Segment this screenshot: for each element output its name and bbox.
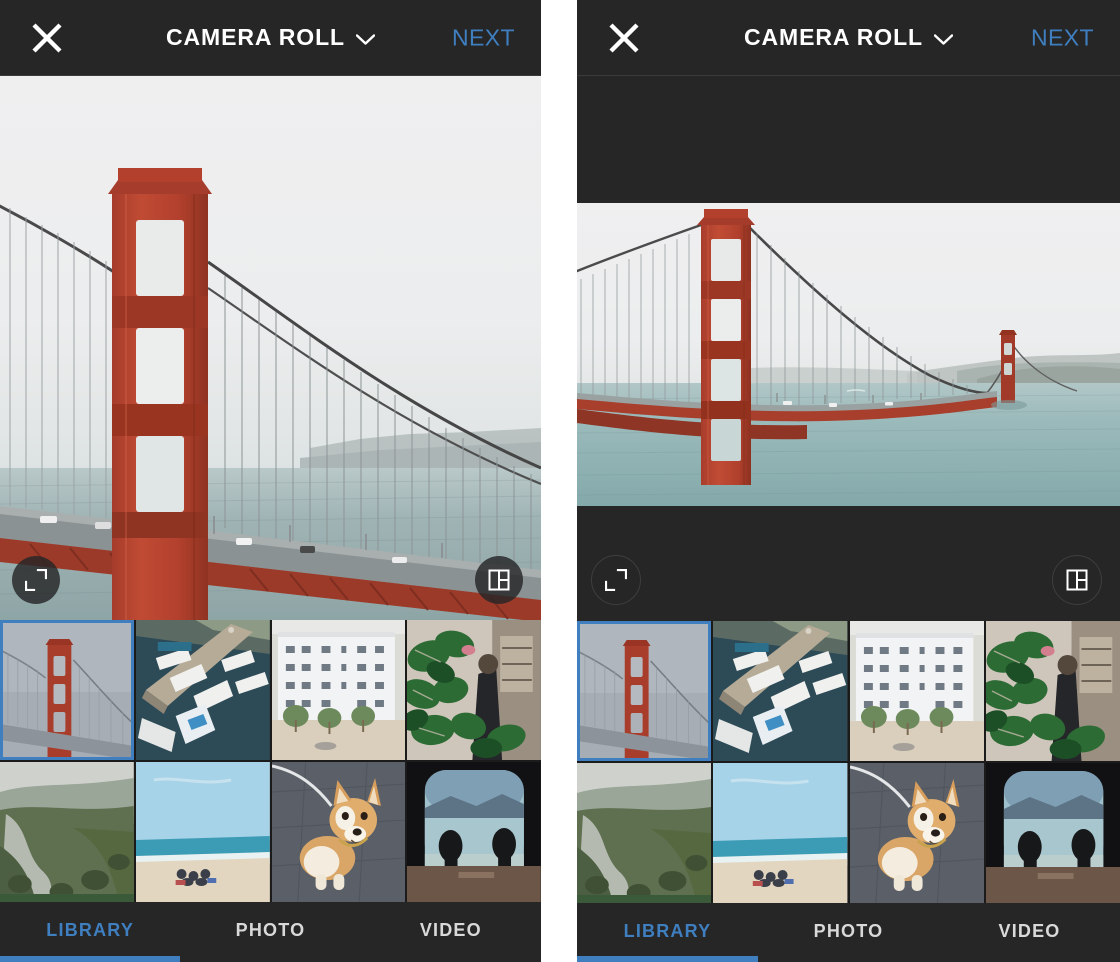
list-item[interactable] xyxy=(135,762,270,902)
next-button[interactable]: NEXT xyxy=(452,24,515,51)
list-item[interactable] xyxy=(135,620,270,760)
list-item[interactable] xyxy=(985,763,1120,903)
screenshot-stage: CAMERA ROLL NEXT LIBRARY PHOTO VIDEO CAM… xyxy=(0,0,1120,962)
chevron-down-icon xyxy=(933,32,954,45)
list-item[interactable] xyxy=(0,762,134,902)
list-item[interactable] xyxy=(849,763,984,903)
tab-video[interactable]: VIDEO xyxy=(939,921,1120,942)
next-button[interactable]: NEXT xyxy=(1031,24,1094,51)
phone-screen-letterboxed: CAMERA ROLL NEXT LIBRARY PHOTO VIDEO xyxy=(577,0,1120,962)
close-icon[interactable] xyxy=(607,21,641,55)
layout-grid-icon[interactable] xyxy=(475,556,523,604)
list-item[interactable] xyxy=(577,621,712,761)
photo-preview-area[interactable] xyxy=(577,76,1120,621)
tab-library[interactable]: LIBRARY xyxy=(577,921,758,942)
list-item[interactable] xyxy=(0,620,134,760)
list-item[interactable] xyxy=(271,620,406,760)
list-item[interactable] xyxy=(849,621,984,761)
photo-grid xyxy=(577,621,1120,903)
list-item[interactable] xyxy=(407,762,541,902)
page-title: CAMERA ROLL xyxy=(166,24,345,50)
phone-screen-cropped: CAMERA ROLL NEXT LIBRARY PHOTO VIDEO xyxy=(0,0,541,962)
active-tab-indicator xyxy=(0,956,181,962)
list-item[interactable] xyxy=(713,621,848,761)
selected-photo-full xyxy=(577,203,1120,506)
photo-grid xyxy=(0,620,541,902)
tab-photo[interactable]: PHOTO xyxy=(758,921,939,942)
list-item[interactable] xyxy=(713,763,848,903)
list-item[interactable] xyxy=(577,763,712,903)
navigation-bar: CAMERA ROLL NEXT xyxy=(0,0,541,76)
navigation-bar: CAMERA ROLL NEXT xyxy=(577,0,1120,76)
expand-icon[interactable] xyxy=(591,555,641,605)
list-item[interactable] xyxy=(407,620,541,760)
panel-divider xyxy=(541,0,577,962)
page-title: CAMERA ROLL xyxy=(744,24,923,50)
list-item[interactable] xyxy=(271,762,406,902)
tab-library[interactable]: LIBRARY xyxy=(0,920,180,941)
active-tab-indicator xyxy=(577,956,758,962)
layout-grid-icon[interactable] xyxy=(1052,555,1102,605)
expand-icon[interactable] xyxy=(12,556,60,604)
chevron-down-icon xyxy=(355,32,376,45)
tab-video[interactable]: VIDEO xyxy=(361,920,541,941)
tab-photo[interactable]: PHOTO xyxy=(180,920,360,941)
bottom-tab-bar: LIBRARY PHOTO VIDEO xyxy=(577,903,1120,962)
list-item[interactable] xyxy=(985,621,1120,761)
bottom-tab-bar: LIBRARY PHOTO VIDEO xyxy=(0,902,541,962)
close-icon[interactable] xyxy=(30,21,64,55)
selected-photo-cropped xyxy=(0,76,541,620)
photo-preview-area[interactable] xyxy=(0,76,541,620)
